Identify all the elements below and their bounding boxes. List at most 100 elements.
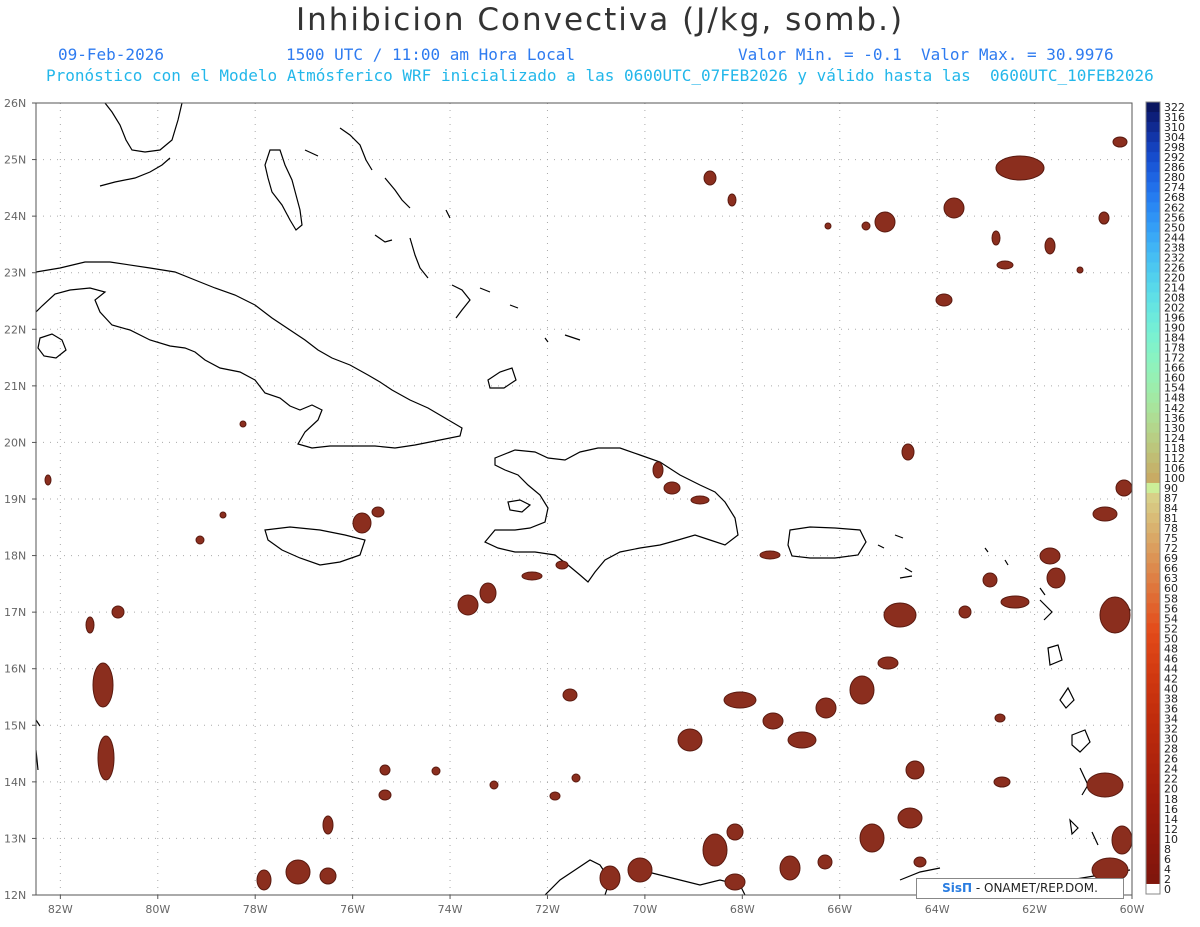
legend-swatch: [1146, 162, 1160, 173]
legend-swatch: [1146, 202, 1160, 213]
legend-swatch: [1146, 803, 1160, 815]
shade-area: [996, 260, 1014, 270]
shade-area: [913, 856, 927, 868]
shade-area: [352, 512, 372, 534]
shade-area: [1112, 136, 1128, 148]
legend-swatch: [1146, 412, 1160, 424]
jamaica-coastline: [264, 526, 366, 566]
puerto-rico-coastline: [787, 526, 867, 559]
shade-area: [824, 222, 832, 230]
legend-swatch: [1146, 272, 1160, 283]
inagua-coastline: [487, 367, 517, 389]
shade-area: [897, 807, 923, 829]
lat-label: 22N: [4, 323, 26, 336]
legend-swatch: [1146, 342, 1160, 354]
shade-area: [97, 735, 115, 781]
florida-keys: [99, 157, 171, 187]
shade-area: [85, 616, 95, 634]
legend-swatch: [1146, 242, 1160, 253]
shade-area: [817, 854, 833, 870]
shade-area: [935, 293, 953, 307]
legend-swatch: [1146, 382, 1160, 394]
shade-area: [901, 443, 915, 461]
legend-swatch: [1146, 192, 1160, 203]
lon-label: 76W: [340, 903, 365, 916]
shade-area: [652, 461, 664, 479]
shade-area: [723, 691, 757, 709]
legend-swatch: [1146, 252, 1160, 263]
gonave-coastline: [507, 499, 532, 513]
andros-coastline: [264, 149, 303, 231]
shade-area: [759, 550, 781, 560]
shade-area: [92, 662, 114, 708]
shade-area: [562, 688, 578, 702]
legend-swatch: [1146, 743, 1160, 755]
shade-area: [1039, 547, 1061, 565]
shade-area: [599, 865, 621, 891]
legend-swatch: [1146, 673, 1160, 684]
shade-area: [1092, 506, 1118, 522]
shade-area: [479, 582, 497, 604]
legend-swatch: [1146, 232, 1160, 243]
shade-area: [378, 789, 392, 801]
shade-area: [815, 697, 837, 719]
lat-label: 14N: [4, 776, 26, 789]
shade-area: [379, 764, 391, 776]
lon-label: 82W: [48, 903, 73, 916]
legend-swatch: [1146, 663, 1160, 674]
shade-area: [724, 873, 746, 891]
shade-area: [1044, 237, 1056, 255]
shade-area: [521, 571, 543, 581]
shade-area: [319, 867, 337, 885]
legend-swatch: [1146, 392, 1160, 404]
legend-swatch: [1146, 122, 1160, 133]
legend-swatch: [1146, 623, 1160, 634]
shade-area: [859, 823, 885, 853]
legend-swatch: [1146, 543, 1160, 554]
shade-area: [457, 594, 479, 616]
legend-swatch: [1146, 482, 1160, 494]
legend-swatch: [1146, 513, 1160, 524]
shade-area: [195, 535, 205, 545]
legend-swatch: [1146, 763, 1160, 775]
shade-area: [726, 823, 744, 841]
legend-swatch: [1146, 332, 1160, 344]
legend-swatch: [1146, 102, 1160, 113]
shade-area: [703, 170, 717, 186]
shade-area: [571, 773, 581, 783]
lon-label: 72W: [535, 903, 560, 916]
shade-area: [993, 776, 1011, 788]
legend-swatch: [1146, 112, 1160, 123]
lat-label: 24N: [4, 210, 26, 223]
shade-area: [549, 791, 561, 801]
legend-swatch: [1146, 593, 1160, 604]
legend-swatch: [1146, 182, 1160, 193]
legend-swatch: [1146, 462, 1160, 474]
legend-swatch: [1146, 292, 1160, 304]
lat-label: 15N: [4, 719, 26, 732]
legend-swatch: [1146, 563, 1160, 574]
shade-area: [322, 815, 334, 835]
bahamas-islands: [304, 127, 581, 343]
shade-area: [1099, 596, 1131, 634]
legend-swatch: [1146, 773, 1160, 785]
lat-label: 25N: [4, 154, 26, 167]
legend-swatch: [1146, 422, 1160, 434]
shade-area: [905, 760, 925, 780]
legend-swatch: [1146, 813, 1160, 825]
isla-juventud-coastline: [37, 333, 67, 359]
shade-area: [1046, 567, 1066, 589]
shade-area: [489, 780, 499, 790]
sispi-logo: SisΠ: [942, 881, 973, 895]
legend-swatch: [1146, 442, 1160, 454]
legend-swatch: [1146, 783, 1160, 795]
shade-area: [1000, 595, 1030, 609]
legend-swatch: [1146, 833, 1160, 845]
lon-label: 68W: [730, 903, 755, 916]
shade-area: [849, 675, 875, 705]
legend-swatch: [1146, 713, 1160, 725]
legend-swatch: [1146, 873, 1160, 885]
lat-label: 21N: [4, 380, 26, 393]
legend-swatch: [1146, 653, 1160, 664]
lon-label: 74W: [438, 903, 463, 916]
